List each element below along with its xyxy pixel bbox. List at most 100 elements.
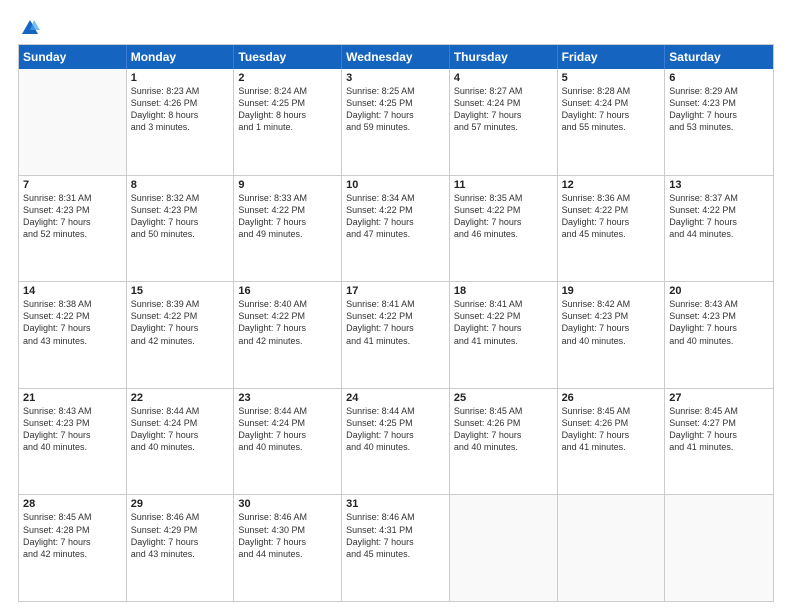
calendar-cell: 10Sunrise: 8:34 AM Sunset: 4:22 PM Dayli… [342, 176, 450, 282]
header-day-saturday: Saturday [665, 45, 773, 69]
cell-content: Sunrise: 8:28 AM Sunset: 4:24 PM Dayligh… [562, 85, 661, 134]
cell-content: Sunrise: 8:29 AM Sunset: 4:23 PM Dayligh… [669, 85, 769, 134]
calendar-row-0: 1Sunrise: 8:23 AM Sunset: 4:26 PM Daylig… [19, 69, 773, 175]
calendar-cell: 15Sunrise: 8:39 AM Sunset: 4:22 PM Dayli… [127, 282, 235, 388]
day-number: 22 [131, 392, 230, 404]
calendar-row-4: 28Sunrise: 8:45 AM Sunset: 4:28 PM Dayli… [19, 494, 773, 601]
cell-content: Sunrise: 8:45 AM Sunset: 4:27 PM Dayligh… [669, 405, 769, 454]
cell-content: Sunrise: 8:36 AM Sunset: 4:22 PM Dayligh… [562, 192, 661, 241]
cell-content: Sunrise: 8:43 AM Sunset: 4:23 PM Dayligh… [669, 298, 769, 347]
day-number: 13 [669, 179, 769, 191]
day-number: 14 [23, 285, 122, 297]
day-number: 27 [669, 392, 769, 404]
day-number: 18 [454, 285, 553, 297]
cell-content: Sunrise: 8:46 AM Sunset: 4:31 PM Dayligh… [346, 511, 445, 560]
day-number: 23 [238, 392, 337, 404]
cell-content: Sunrise: 8:40 AM Sunset: 4:22 PM Dayligh… [238, 298, 337, 347]
cell-content: Sunrise: 8:31 AM Sunset: 4:23 PM Dayligh… [23, 192, 122, 241]
cell-content: Sunrise: 8:45 AM Sunset: 4:26 PM Dayligh… [454, 405, 553, 454]
calendar-header: SundayMondayTuesdayWednesdayThursdayFrid… [19, 45, 773, 69]
calendar-body: 1Sunrise: 8:23 AM Sunset: 4:26 PM Daylig… [19, 69, 773, 601]
day-number: 1 [131, 72, 230, 84]
calendar-cell: 26Sunrise: 8:45 AM Sunset: 4:26 PM Dayli… [558, 389, 666, 495]
calendar-cell: 13Sunrise: 8:37 AM Sunset: 4:22 PM Dayli… [665, 176, 773, 282]
calendar-cell: 29Sunrise: 8:46 AM Sunset: 4:29 PM Dayli… [127, 495, 235, 601]
calendar-cell [558, 495, 666, 601]
cell-content: Sunrise: 8:43 AM Sunset: 4:23 PM Dayligh… [23, 405, 122, 454]
day-number: 17 [346, 285, 445, 297]
cell-content: Sunrise: 8:24 AM Sunset: 4:25 PM Dayligh… [238, 85, 337, 134]
header-day-wednesday: Wednesday [342, 45, 450, 69]
calendar-cell: 31Sunrise: 8:46 AM Sunset: 4:31 PM Dayli… [342, 495, 450, 601]
calendar-cell [450, 495, 558, 601]
calendar-row-3: 21Sunrise: 8:43 AM Sunset: 4:23 PM Dayli… [19, 388, 773, 495]
cell-content: Sunrise: 8:44 AM Sunset: 4:24 PM Dayligh… [131, 405, 230, 454]
calendar-cell: 16Sunrise: 8:40 AM Sunset: 4:22 PM Dayli… [234, 282, 342, 388]
day-number: 20 [669, 285, 769, 297]
day-number: 28 [23, 498, 122, 510]
calendar-cell: 6Sunrise: 8:29 AM Sunset: 4:23 PM Daylig… [665, 69, 773, 175]
calendar-cell [19, 69, 127, 175]
cell-content: Sunrise: 8:32 AM Sunset: 4:23 PM Dayligh… [131, 192, 230, 241]
calendar-cell: 23Sunrise: 8:44 AM Sunset: 4:24 PM Dayli… [234, 389, 342, 495]
day-number: 19 [562, 285, 661, 297]
header-day-tuesday: Tuesday [234, 45, 342, 69]
header [18, 18, 774, 38]
day-number: 26 [562, 392, 661, 404]
calendar-cell: 20Sunrise: 8:43 AM Sunset: 4:23 PM Dayli… [665, 282, 773, 388]
calendar-cell: 5Sunrise: 8:28 AM Sunset: 4:24 PM Daylig… [558, 69, 666, 175]
cell-content: Sunrise: 8:37 AM Sunset: 4:22 PM Dayligh… [669, 192, 769, 241]
calendar-cell: 30Sunrise: 8:46 AM Sunset: 4:30 PM Dayli… [234, 495, 342, 601]
calendar-cell: 4Sunrise: 8:27 AM Sunset: 4:24 PM Daylig… [450, 69, 558, 175]
calendar-cell: 19Sunrise: 8:42 AM Sunset: 4:23 PM Dayli… [558, 282, 666, 388]
day-number: 4 [454, 72, 553, 84]
calendar-cell: 28Sunrise: 8:45 AM Sunset: 4:28 PM Dayli… [19, 495, 127, 601]
cell-content: Sunrise: 8:45 AM Sunset: 4:26 PM Dayligh… [562, 405, 661, 454]
calendar-row-2: 14Sunrise: 8:38 AM Sunset: 4:22 PM Dayli… [19, 281, 773, 388]
day-number: 6 [669, 72, 769, 84]
calendar-cell: 2Sunrise: 8:24 AM Sunset: 4:25 PM Daylig… [234, 69, 342, 175]
cell-content: Sunrise: 8:44 AM Sunset: 4:24 PM Dayligh… [238, 405, 337, 454]
cell-content: Sunrise: 8:27 AM Sunset: 4:24 PM Dayligh… [454, 85, 553, 134]
calendar-cell [665, 495, 773, 601]
calendar-cell: 17Sunrise: 8:41 AM Sunset: 4:22 PM Dayli… [342, 282, 450, 388]
day-number: 25 [454, 392, 553, 404]
cell-content: Sunrise: 8:23 AM Sunset: 4:26 PM Dayligh… [131, 85, 230, 134]
day-number: 21 [23, 392, 122, 404]
day-number: 16 [238, 285, 337, 297]
page: SundayMondayTuesdayWednesdayThursdayFrid… [0, 0, 792, 612]
calendar-cell: 25Sunrise: 8:45 AM Sunset: 4:26 PM Dayli… [450, 389, 558, 495]
cell-content: Sunrise: 8:45 AM Sunset: 4:28 PM Dayligh… [23, 511, 122, 560]
day-number: 2 [238, 72, 337, 84]
day-number: 10 [346, 179, 445, 191]
day-number: 7 [23, 179, 122, 191]
calendar-cell: 7Sunrise: 8:31 AM Sunset: 4:23 PM Daylig… [19, 176, 127, 282]
cell-content: Sunrise: 8:46 AM Sunset: 4:29 PM Dayligh… [131, 511, 230, 560]
cell-content: Sunrise: 8:44 AM Sunset: 4:25 PM Dayligh… [346, 405, 445, 454]
day-number: 29 [131, 498, 230, 510]
calendar-cell: 27Sunrise: 8:45 AM Sunset: 4:27 PM Dayli… [665, 389, 773, 495]
calendar-cell: 21Sunrise: 8:43 AM Sunset: 4:23 PM Dayli… [19, 389, 127, 495]
cell-content: Sunrise: 8:25 AM Sunset: 4:25 PM Dayligh… [346, 85, 445, 134]
header-day-sunday: Sunday [19, 45, 127, 69]
day-number: 31 [346, 498, 445, 510]
calendar-cell: 12Sunrise: 8:36 AM Sunset: 4:22 PM Dayli… [558, 176, 666, 282]
day-number: 15 [131, 285, 230, 297]
header-day-thursday: Thursday [450, 45, 558, 69]
day-number: 12 [562, 179, 661, 191]
calendar-cell: 9Sunrise: 8:33 AM Sunset: 4:22 PM Daylig… [234, 176, 342, 282]
calendar-cell: 24Sunrise: 8:44 AM Sunset: 4:25 PM Dayli… [342, 389, 450, 495]
header-day-monday: Monday [127, 45, 235, 69]
cell-content: Sunrise: 8:41 AM Sunset: 4:22 PM Dayligh… [454, 298, 553, 347]
day-number: 8 [131, 179, 230, 191]
cell-content: Sunrise: 8:39 AM Sunset: 4:22 PM Dayligh… [131, 298, 230, 347]
calendar-cell: 14Sunrise: 8:38 AM Sunset: 4:22 PM Dayli… [19, 282, 127, 388]
cell-content: Sunrise: 8:38 AM Sunset: 4:22 PM Dayligh… [23, 298, 122, 347]
cell-content: Sunrise: 8:34 AM Sunset: 4:22 PM Dayligh… [346, 192, 445, 241]
day-number: 30 [238, 498, 337, 510]
calendar-row-1: 7Sunrise: 8:31 AM Sunset: 4:23 PM Daylig… [19, 175, 773, 282]
cell-content: Sunrise: 8:41 AM Sunset: 4:22 PM Dayligh… [346, 298, 445, 347]
calendar-cell: 22Sunrise: 8:44 AM Sunset: 4:24 PM Dayli… [127, 389, 235, 495]
calendar-cell: 18Sunrise: 8:41 AM Sunset: 4:22 PM Dayli… [450, 282, 558, 388]
day-number: 5 [562, 72, 661, 84]
